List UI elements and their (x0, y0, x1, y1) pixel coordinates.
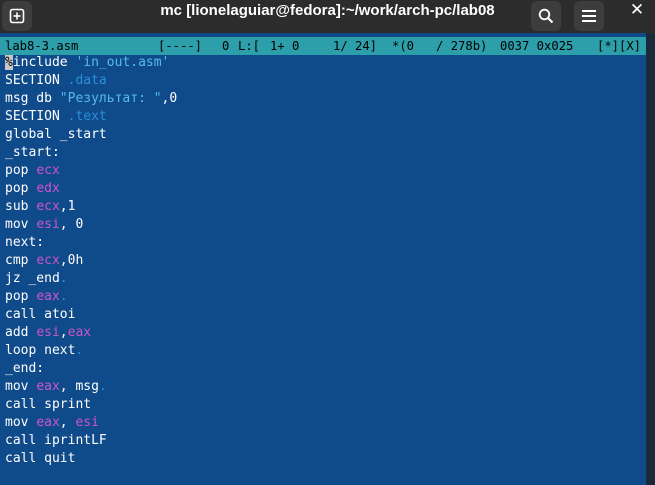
search-icon (538, 8, 554, 24)
code-line: _start: (5, 145, 60, 160)
status-char-code: 0037 0x025 (500, 39, 574, 53)
menu-button[interactable] (574, 1, 604, 31)
code-line: SECTION .text (5, 109, 107, 124)
code-line: pop ecx (5, 163, 60, 178)
code-line: add esi,eax (5, 325, 92, 340)
code-area[interactable]: %include 'in_out.asm' SECTION .data msg … (5, 54, 177, 468)
hamburger-menu-icon (582, 10, 596, 22)
code-line: SECTION .data (5, 73, 107, 88)
editor-status-bar: lab8-3.asm [----] 0 L:[ 1+ 0 1/ 24] *(0 … (0, 37, 646, 55)
status-line-label: L:[ (238, 39, 261, 53)
code-line: mov eax, esi (5, 415, 99, 430)
status-flags: [----] (158, 39, 203, 53)
status-line-total: 1/ 24] (333, 39, 378, 53)
scrollbar[interactable] (646, 33, 655, 485)
text-cursor: % (5, 55, 13, 70)
status-column: 0 (222, 39, 230, 53)
code-line: pop edx (5, 181, 60, 196)
status-window-buttons[interactable]: [*][X] (597, 37, 641, 55)
code-line: mov eax, msg. (5, 379, 107, 394)
code-line: call atoi (5, 307, 76, 322)
code-line: global _start (5, 127, 107, 142)
code-line: call sprint (5, 397, 92, 412)
code-line: call quit (5, 451, 76, 466)
code-line: cmp ecx,0h (5, 253, 84, 268)
code-line: sub ecx,1 (5, 199, 76, 214)
code-line: pop eax. (5, 289, 68, 304)
code-line: call iprintLF (5, 433, 107, 448)
status-char-info: *(0 / 278b) (392, 39, 488, 53)
window-titlebar: mc [lionelaguiar@fedora]:~/work/arch-pc/… (0, 0, 655, 33)
code-line: loop next. (5, 343, 84, 358)
status-filename: lab8-3.asm (5, 39, 79, 53)
status-line-pos: 1+ 0 (270, 39, 300, 53)
search-button[interactable] (531, 1, 561, 31)
close-icon[interactable]: ✕ (627, 0, 647, 20)
code-line: _end: (5, 361, 45, 376)
code-line: mov esi, 0 (5, 217, 84, 232)
code-line: %include 'in_out.asm' (5, 55, 170, 70)
code-line: jz _end. (5, 271, 68, 286)
code-line: next: (5, 235, 45, 250)
code-line: msg db "Результат: ",0 (5, 91, 178, 106)
